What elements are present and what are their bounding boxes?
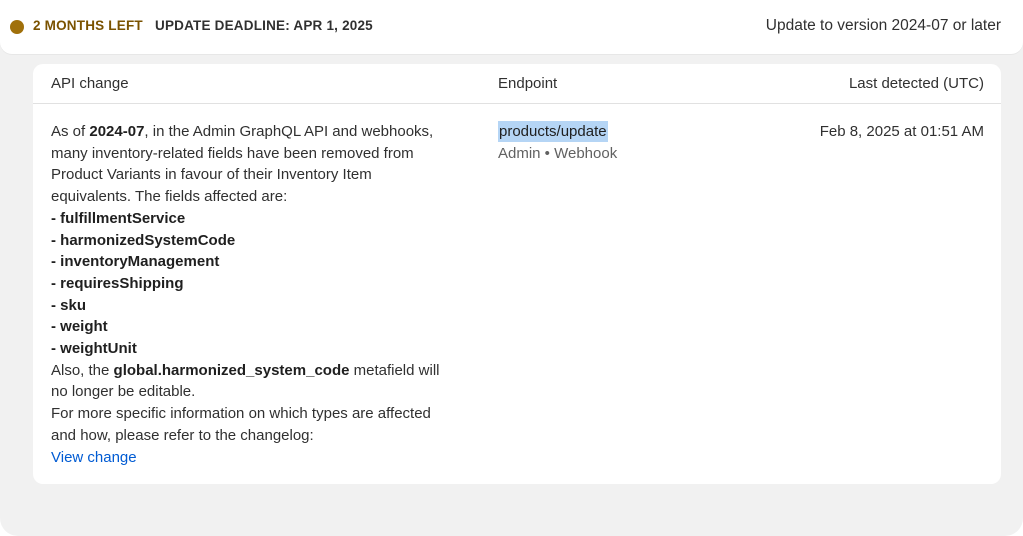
last-detected-timestamp: Feb 8, 2025 at 01:51 AM xyxy=(819,123,984,140)
version-number: 2024-07 xyxy=(89,123,145,140)
api-changes-table: API change Endpoint Last detected (UTC) … xyxy=(33,64,1001,484)
description-line: many inventory-related fields have been … xyxy=(51,144,414,162)
description-line: no longer be editable. xyxy=(51,383,196,401)
description-line: Product Variants in favour of their Inve… xyxy=(51,166,372,184)
affected-field: - fulfillmentService xyxy=(51,209,186,227)
column-header-last-detected: Last detected (UTC) xyxy=(848,75,984,92)
column-header-endpoint: Endpoint xyxy=(498,75,558,92)
update-instruction: Update to version 2024-07 or later xyxy=(765,17,1001,34)
affected-field: - sku xyxy=(51,296,87,314)
description-line: For more specific information on which t… xyxy=(51,405,431,423)
column-header-api-change: API change xyxy=(51,75,129,92)
affected-field: - harmonizedSystemCode xyxy=(51,231,236,249)
affected-field: - requiresShipping xyxy=(51,274,184,292)
affected-field: - weightUnit xyxy=(51,340,137,358)
affected-field: - weight xyxy=(51,318,108,336)
page-background: 2 MONTHS LEFT UPDATE DEADLINE: APR 1, 20… xyxy=(0,0,1023,536)
view-change-link[interactable]: View change xyxy=(51,447,471,469)
time-left-badge: 2 MONTHS LEFT xyxy=(33,18,143,33)
description-line: Also, the global.harmonized_system_code … xyxy=(51,361,440,379)
affected-field: - inventoryManagement xyxy=(51,253,220,271)
update-deadline: UPDATE DEADLINE: APR 1, 2025 xyxy=(155,18,373,33)
warning-dot-icon xyxy=(10,20,24,34)
table-header: API change Endpoint Last detected (UTC) xyxy=(33,64,1001,104)
deprecation-header: 2 MONTHS LEFT UPDATE DEADLINE: APR 1, 20… xyxy=(0,0,1023,54)
metafield-name: global.harmonized_system_code xyxy=(113,361,350,379)
description-line: As of 2024-07, in the Admin GraphQL API … xyxy=(51,123,434,140)
endpoint-type: Admin • Webhook xyxy=(498,145,618,162)
api-change-description: As of 2024-07, in the Admin GraphQL API … xyxy=(51,121,471,468)
description-line: equivalents. The fields affected are: xyxy=(51,188,288,206)
description-line: and how, please refer to the changelog: xyxy=(51,426,314,444)
endpoint-name[interactable]: products/update xyxy=(498,121,608,142)
